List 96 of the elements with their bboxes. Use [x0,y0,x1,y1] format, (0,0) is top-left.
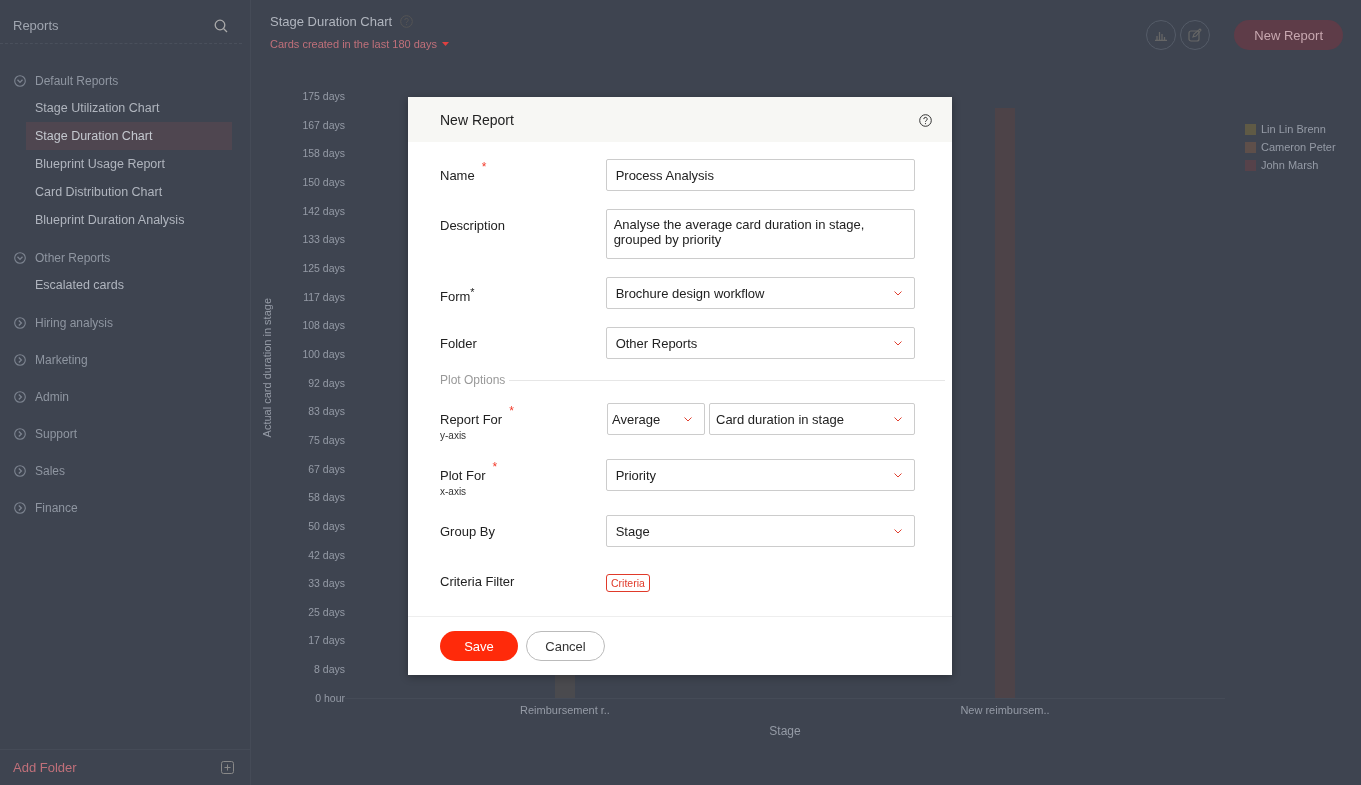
sidebar-item[interactable]: Escalated cards [26,271,232,299]
chevron-down-icon [894,528,902,534]
sidebar-item[interactable]: Card Distribution Chart [26,178,232,206]
date-filter[interactable]: Cards created in the last 180 days [270,38,437,50]
y-tick-label: 158 days [302,147,345,160]
y-tick-label: 167 days [302,118,345,131]
edit-icon [1188,28,1203,42]
y-axis-title: Actual card duration in stage [261,298,273,438]
help-icon[interactable] [919,113,932,127]
chevron-circle-icon[interactable] [14,75,26,87]
field-label: Plot For [440,468,486,483]
y-tick-label: 92 days [308,376,345,389]
chevron-circle-icon[interactable] [14,428,26,440]
field-label: Name [440,168,475,183]
x-tick-label: Reimbursement r.. [520,704,610,716]
y-tick-label: 50 days [308,519,345,532]
field-label: Criteria Filter [440,574,515,589]
folder-name[interactable]: Marketing [35,353,88,367]
y-tick-label: 142 days [302,204,345,217]
section-heading: Plot Options [440,373,506,387]
sidebar-item[interactable]: Blueprint Usage Report [26,150,232,178]
dropdown[interactable]: Stage [605,515,915,547]
legend-label: Lin Lin Brenn [1261,123,1326,135]
chevron-down-icon [894,416,902,422]
y-tick-label: 108 days [302,319,345,332]
folder-name[interactable]: Admin [35,390,69,404]
y-tick-label: 75 days [308,433,345,446]
y-tick-label: 150 days [302,175,345,188]
y-tick-label: 125 days [302,261,345,274]
chevron-circle-icon[interactable] [14,317,26,329]
y-tick-label: 83 days [308,405,345,418]
caret-icon[interactable] [441,41,449,47]
chevron-down-icon [684,416,692,422]
legend-label: John Marsh [1261,159,1319,171]
dropdown[interactable]: Average [607,403,705,435]
y-tick-label: 67 days [308,462,345,475]
folder-name[interactable]: Support [35,427,78,441]
y-tick-label: 8 days [314,663,345,676]
y-tick-label: 17 days [308,634,345,647]
cancel-button[interactable]: Cancel [526,631,605,661]
folder-name[interactable]: Finance [35,501,78,515]
dropdown[interactable]: Card duration in stage [709,403,915,435]
chevron-circle-icon[interactable] [14,391,26,403]
y-tick-label: 133 days [302,233,345,246]
y-tick-label: 0 hour [315,691,345,704]
plus-square-icon[interactable] [221,761,234,774]
sidebar-title: Reports [13,18,59,33]
search-icon[interactable] [214,18,228,33]
field-label: Folder [440,336,477,351]
chevron-down-icon [894,472,902,478]
required-mark: * [509,406,514,416]
new-report-button[interactable]: New Report [1234,20,1343,50]
chevron-circle-icon[interactable] [14,465,26,477]
required-mark: * [481,162,487,172]
folder-name[interactable]: Other Reports [35,251,111,265]
dropdown[interactable]: Brochure design workflow [605,277,915,309]
save-button[interactable]: Save [440,631,518,661]
y-tick-label: 58 days [308,491,345,504]
name-input[interactable]: Process Analysis [605,159,915,191]
y-tick-label: 117 days [303,290,345,303]
report-title: Stage Duration Chart [270,14,393,29]
field-label: Report For [440,412,503,427]
folder-name[interactable]: Sales [35,464,66,478]
y-tick-label: 25 days [308,605,345,618]
chevron-down-icon [894,290,902,296]
folder-name[interactable]: Default Reports [35,74,119,88]
chevron-circle-icon[interactable] [14,252,26,264]
sidebar-item[interactable]: Stage Utilization Chart [26,94,232,122]
dropdown[interactable]: Priority [605,459,915,491]
field-label: Group By [440,524,495,539]
required-mark: * [492,462,498,472]
dialog-title: New Report [440,112,514,128]
chevron-circle-icon[interactable] [14,354,26,366]
y-tick-label: 175 days [302,90,345,102]
y-tick-label: 33 days [308,577,345,590]
edit-button[interactable] [1180,20,1211,50]
field-label: Description [440,218,506,233]
sidebar-item[interactable]: Stage Duration Chart [26,122,232,150]
bar-chart-icon [1154,29,1169,41]
description-textarea[interactable]: Analyse the average card duration in stage, grouped by priority [605,209,915,259]
x-axis-title: Stage [769,724,801,738]
chevron-circle-icon[interactable] [14,502,26,514]
axis-hint: y-axis [440,430,468,441]
folder-name[interactable]: Hiring analysis [35,316,114,330]
criteria-button[interactable]: Criteria [606,574,650,592]
axis-hint: x-axis [440,486,468,497]
x-tick-label: New reimbursem.. [960,704,1050,716]
sidebar-item[interactable]: Blueprint Duration Analysis [26,206,232,234]
y-tick-label: 42 days [308,548,345,561]
dropdown[interactable]: Other Reports [605,327,915,359]
add-folder-link[interactable]: Add Folder [13,760,77,775]
legend-label: Cameron Peter [1261,141,1336,153]
chart-button[interactable] [1146,20,1177,50]
field-label: Form$^{*}$ [440,286,475,305]
chevron-down-icon [894,340,902,346]
y-tick-label: 100 days [302,347,345,360]
